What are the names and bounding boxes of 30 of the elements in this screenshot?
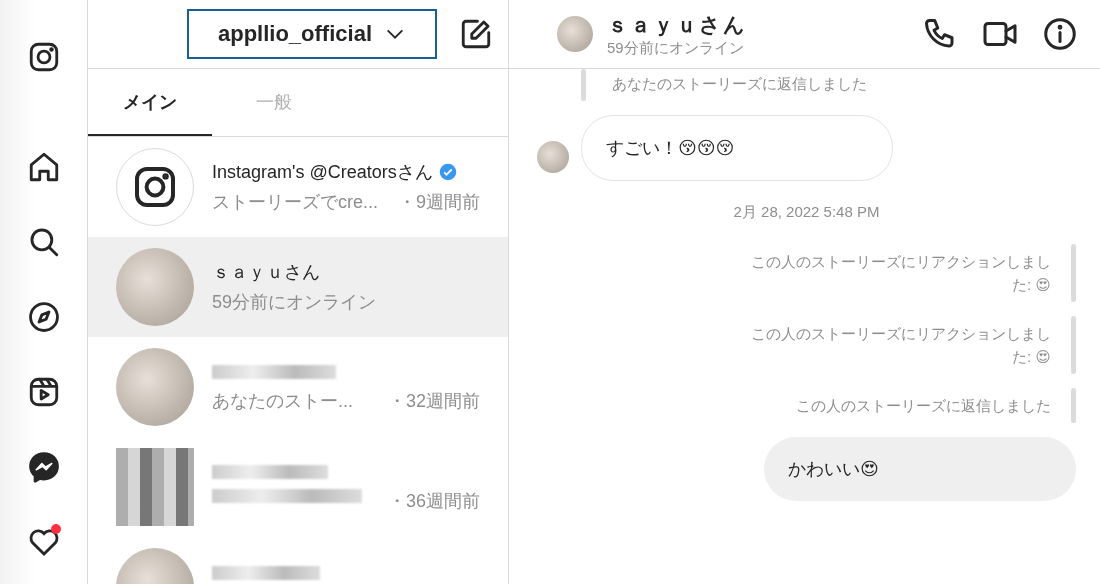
chat-contact-name: ｓａｙｕさん [607,11,748,39]
quote-bar [1071,388,1076,423]
avatar-photo-placeholder [557,16,593,52]
story-reply-note: あなたのストーリーズに返信しました [612,74,867,94]
contact-name: ｓａｙｕさん [212,261,320,284]
quote-bar [1071,244,1076,302]
messenger-icon[interactable] [26,450,61,484]
info-icon[interactable] [1042,16,1078,52]
conversation-item[interactable]: Instagram's @Creatorsさん ストーリーズでcre... ・9週間前 [88,137,508,237]
quote-bar [1071,316,1076,374]
account-switcher[interactable]: appllio_official [187,9,437,59]
message-preview: ストーリーズでcre... [212,191,378,214]
message-preview: あなたのストー... [212,390,353,413]
message-time: ・9週間前 [398,191,480,214]
received-message: すごい！😚😚😚 [581,115,893,181]
message-time: ・32週間前 [387,390,480,413]
message-timestamp: 2月 28, 2022 5:48 PM [733,203,880,220]
sent-message: かわいい😍 [764,437,1076,501]
message-preview: 59分前にオンライン [212,291,377,314]
compose-icon[interactable] [459,17,493,51]
inbox-tab[interactable]: メイン [88,69,212,136]
story-reply-note: この人のストーリーズにリアクションしました: 😍 [750,252,1051,295]
avatar-photo-placeholder [537,141,569,173]
contact-name: Instagram's @Creatorsさん [212,161,433,184]
compass-icon[interactable] [26,300,61,334]
conversation-item[interactable]: ｓａｙｕさん 59分前にオンライン [88,237,508,337]
story-reply-note: この人のストーリーズにリアクションしました: 😍 [750,324,1051,367]
message-time: ・36週間前 [387,490,480,513]
online-status: 59分前にオンライン [607,38,745,58]
story-reply-note: この人のストーリーズに返信しました [796,396,1051,416]
